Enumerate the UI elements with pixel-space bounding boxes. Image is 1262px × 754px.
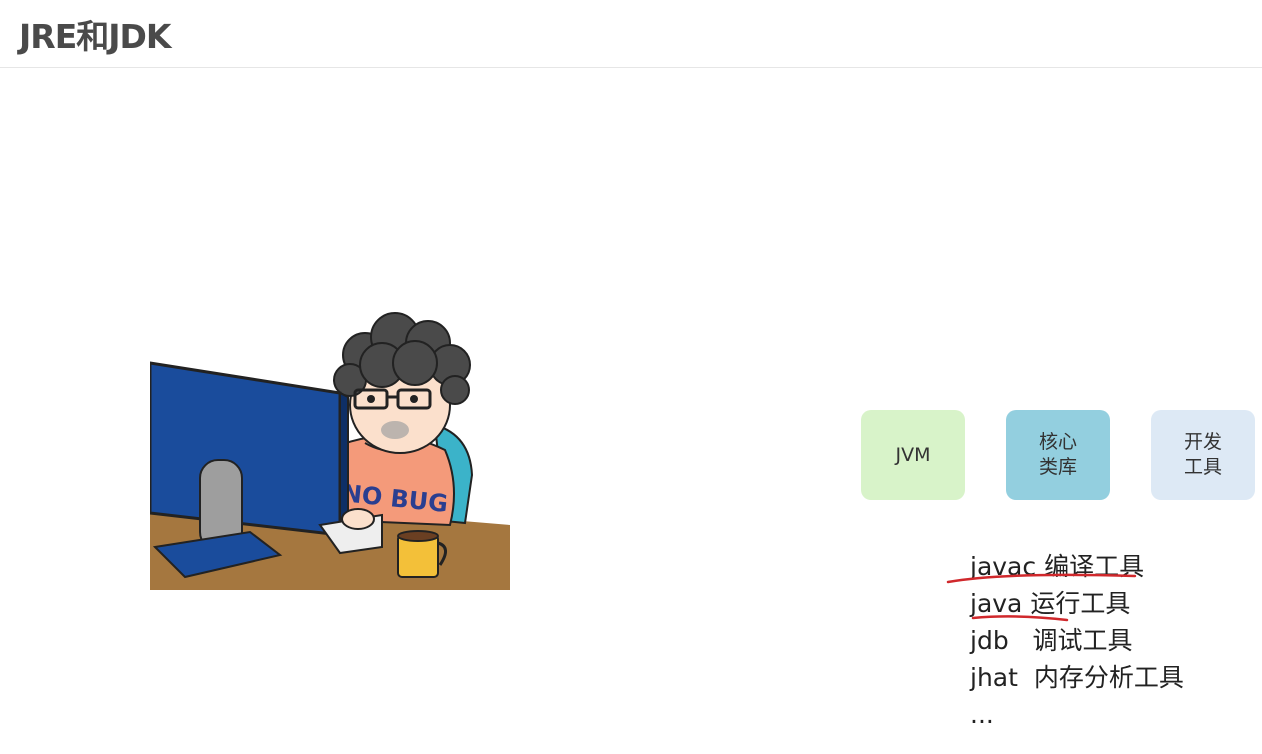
core-library-box: 核心 类库 xyxy=(1006,410,1110,500)
dev-tools-box: 开发 工具 xyxy=(1151,410,1255,500)
tool-cmd: ... xyxy=(970,700,994,729)
tool-desc: 内存分析工具 xyxy=(1033,663,1184,692)
programmer-illustration: NO BUG xyxy=(150,312,510,590)
slide-title: JRE和JDK xyxy=(19,17,171,56)
jvm-box: JVM xyxy=(861,410,965,500)
tool-item-jhat: jhat 内存分析工具 xyxy=(970,659,1184,696)
tool-cmd: jhat xyxy=(970,663,1018,692)
slide-header: JRE和JDK xyxy=(0,0,1262,68)
underline-javac xyxy=(946,573,1137,584)
annotation-underlines xyxy=(946,573,1137,622)
tool-item-more: ... xyxy=(970,696,1184,733)
underline-java xyxy=(971,615,1069,622)
